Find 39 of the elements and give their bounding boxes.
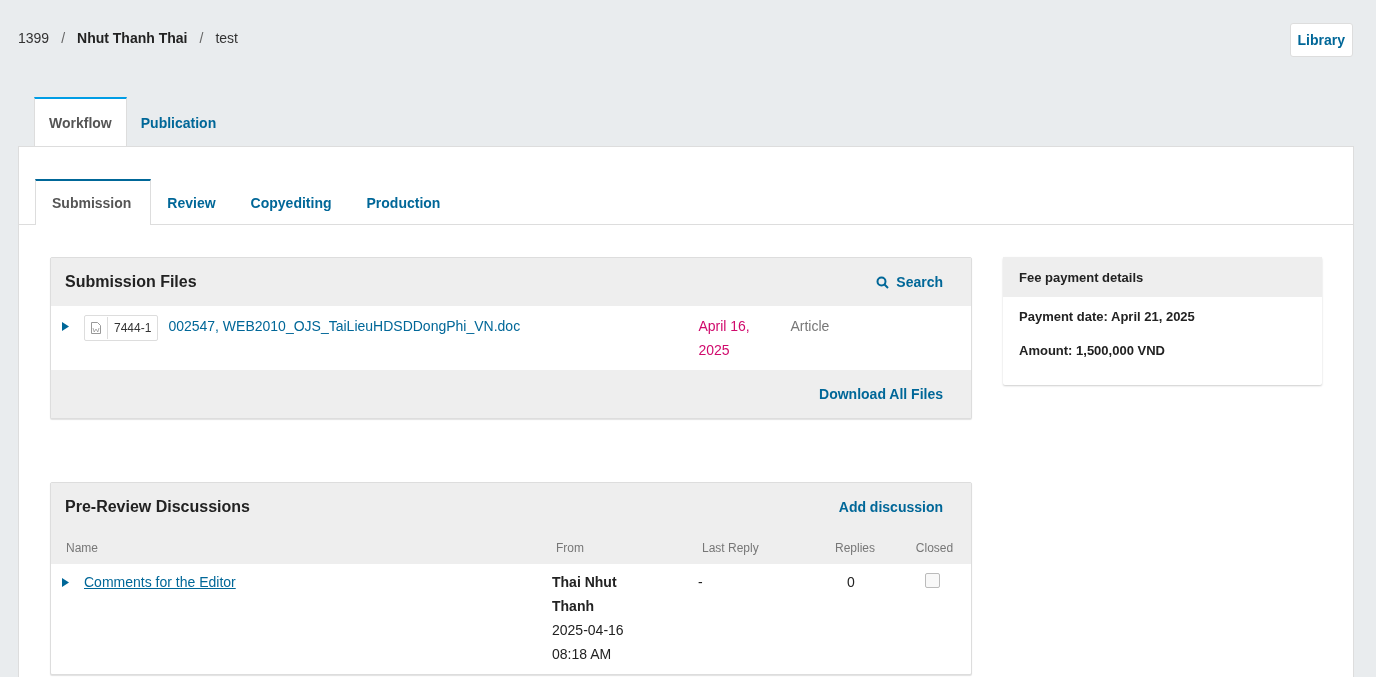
tab[interactable]: Publication (126, 97, 231, 146)
file-date: April 16, 2025 (698, 317, 751, 360)
stage-tab[interactable]: Production (350, 179, 460, 225)
document-icon (91, 322, 101, 334)
column-header: Closed (914, 540, 955, 555)
discussion-link[interactable]: Comments for the Editor (84, 574, 236, 590)
breadcrumb-separator: / (61, 30, 66, 46)
tab[interactable]: Workflow (34, 97, 127, 146)
column-header: From (556, 540, 585, 555)
file-id-badge: 7444-1 (84, 315, 159, 341)
breadcrumb-separator: / (199, 30, 204, 46)
stage-tab[interactable]: Review (151, 179, 235, 225)
section-title: Submission Files (65, 273, 197, 291)
library-button[interactable]: Library (1289, 23, 1353, 57)
stage-tab[interactable]: Copyediting (234, 179, 351, 225)
last-reply: - (698, 574, 704, 592)
file-link[interactable]: 002547, WEB2010_OJS_TaiLieuHDSDDongPhi_VN.doc (168, 318, 699, 334)
stage-tab[interactable]: Submission (35, 179, 152, 225)
breadcrumb-item: test (215, 30, 238, 46)
expand-arrow-icon[interactable] (62, 322, 69, 331)
fee-detail: Payment date: April 21, 2025 (1019, 308, 1196, 326)
column-header: Last Reply (702, 540, 760, 555)
search-icon (876, 275, 890, 289)
fee-title: Fee payment details (1003, 257, 1322, 297)
post-date: 2025-04-16 08:18 AM (552, 621, 625, 664)
column-header: Replies (834, 540, 876, 555)
file-type: Article (790, 318, 830, 334)
download-all-button[interactable]: Download All Files (819, 384, 943, 404)
column-header: Name (66, 540, 99, 555)
replies-count: 0 (846, 574, 856, 592)
search-button[interactable]: Search (876, 272, 943, 292)
closed-checkbox[interactable] (925, 573, 940, 588)
section-title: Pre-Review Discussions (65, 498, 250, 516)
author-name: Thai Nhut Thanh (552, 573, 618, 616)
add-discussion-button[interactable]: Add discussion (838, 497, 943, 517)
breadcrumb-item: Nhut Thanh Thai (77, 30, 188, 46)
expand-arrow-icon[interactable] (62, 578, 69, 587)
fee-detail: Amount: 1,500,000 VND (1019, 342, 1166, 360)
breadcrumb-item: 1399 (18, 30, 50, 46)
